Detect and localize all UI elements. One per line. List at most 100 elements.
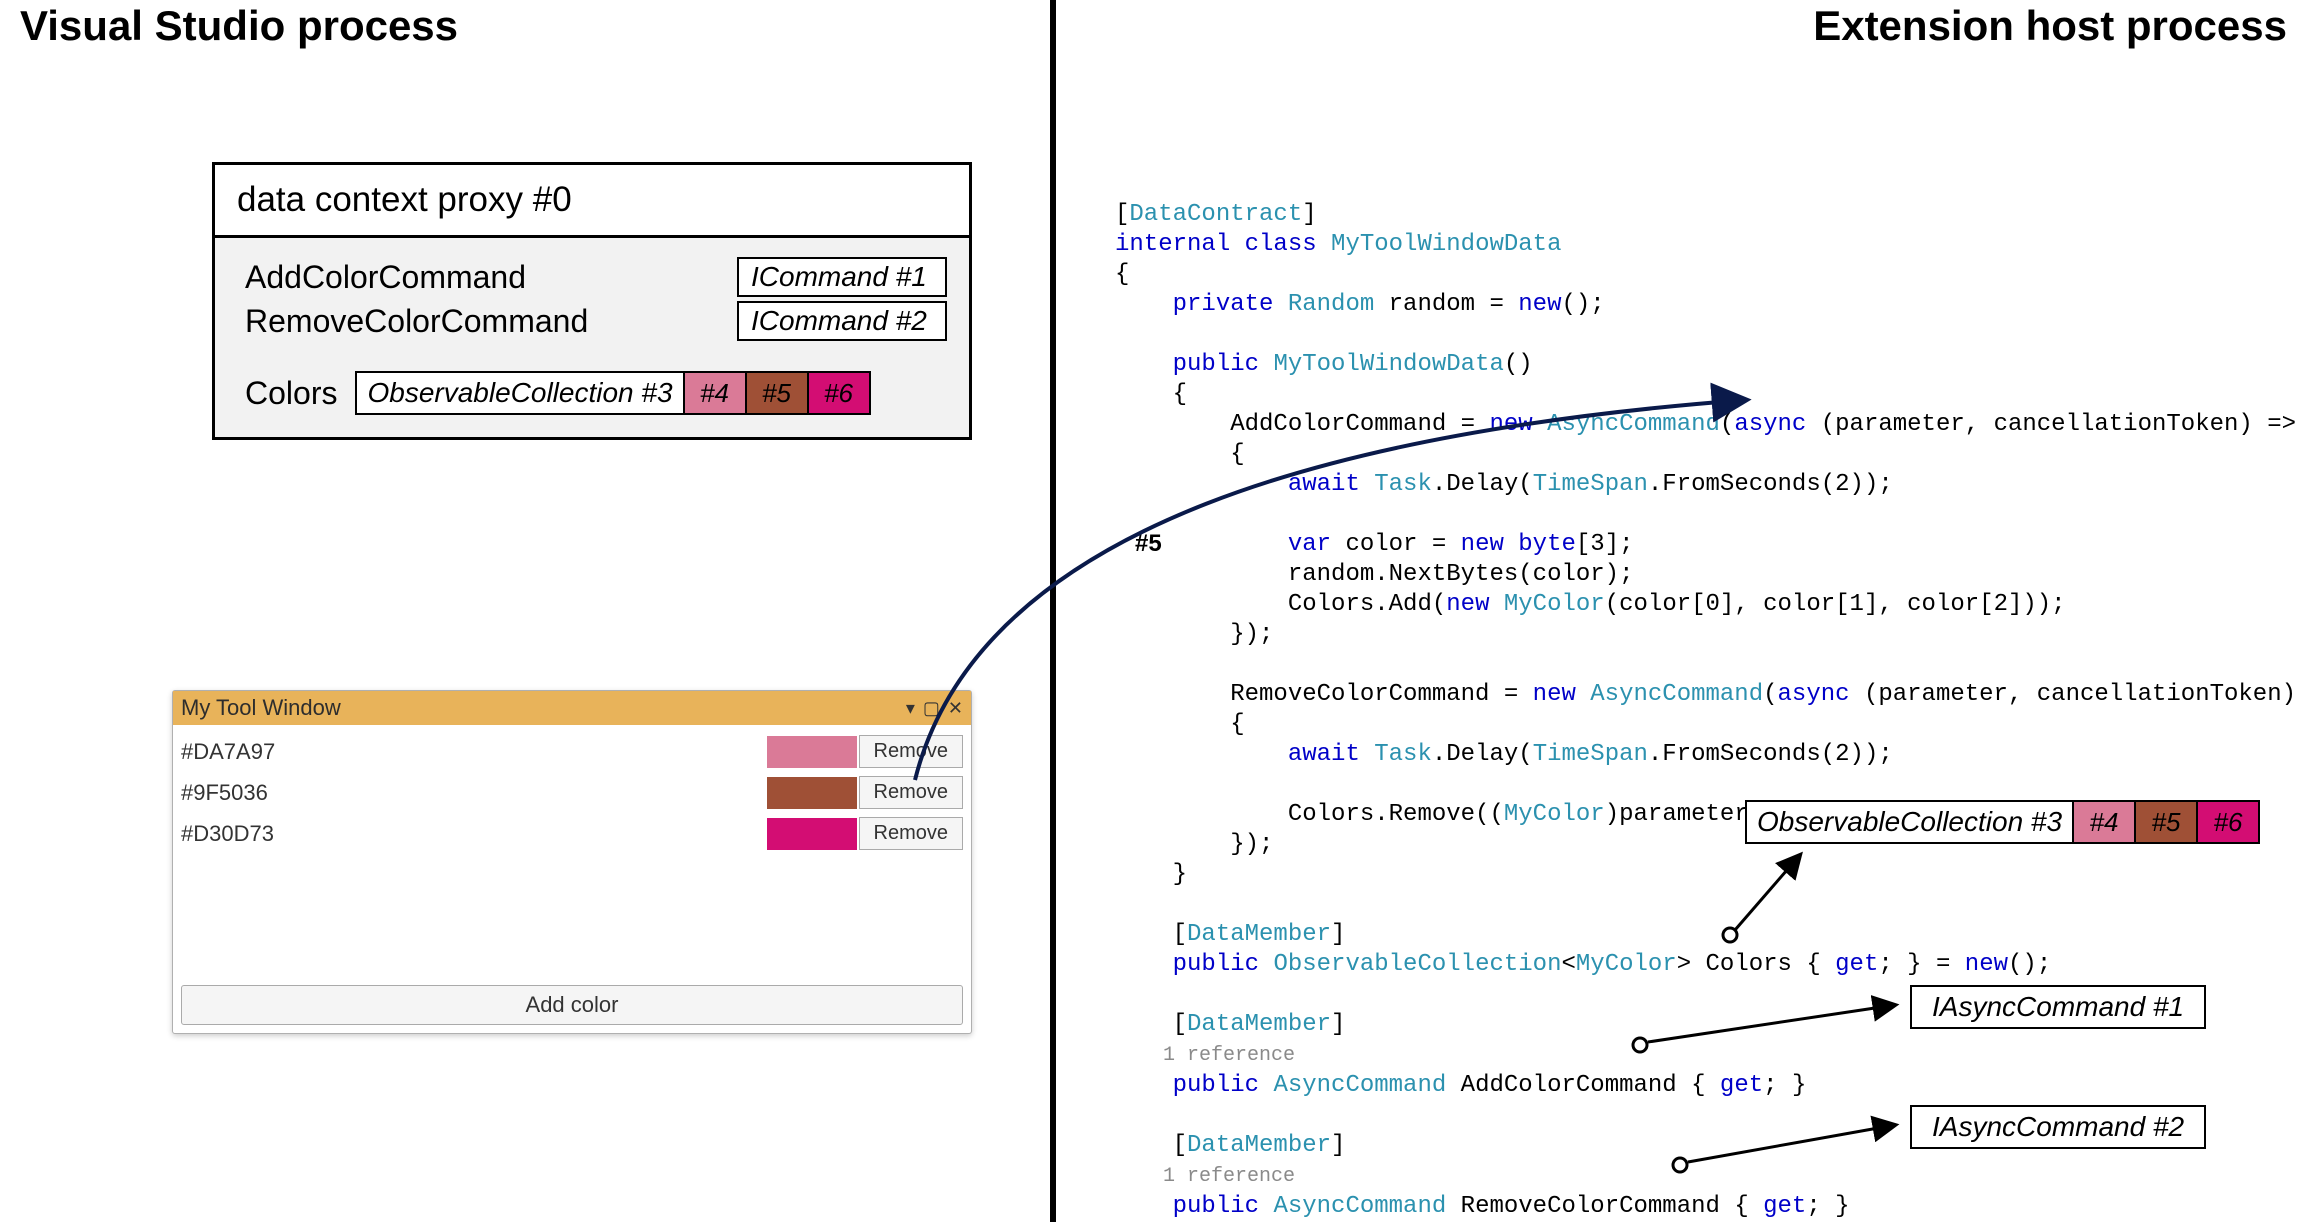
code-type: MyToolWindowData bbox=[1273, 351, 1503, 378]
proxy-removecolor-label: RemoveColorCommand bbox=[245, 303, 737, 340]
remove-button-2[interactable]: Remove bbox=[859, 817, 963, 850]
color-hex-2: #D30D73 bbox=[181, 821, 767, 847]
code-type: TimeSpan bbox=[1533, 471, 1648, 498]
code-text: AddColorCommand { bbox=[1446, 1072, 1720, 1099]
tool-window: My Tool Window ▾ ▢ ✕ #DA7A97 Remove #9F5… bbox=[172, 690, 972, 1034]
code-type: Task bbox=[1374, 741, 1432, 768]
proxy-swatch-5: #5 bbox=[745, 373, 807, 413]
code-reference-count: 1 reference bbox=[1115, 1044, 1295, 1067]
code-text: ( bbox=[1720, 411, 1734, 438]
code-kw: get bbox=[1763, 1193, 1806, 1220]
code-punc: { bbox=[1115, 381, 1187, 408]
code-type: DataMember bbox=[1187, 1011, 1331, 1038]
remove-button-1[interactable]: Remove bbox=[859, 776, 963, 809]
code-text: random.NextBytes(color); bbox=[1115, 561, 1633, 588]
code-type: DataContract bbox=[1129, 201, 1302, 228]
code-type: AsyncCommand bbox=[1547, 411, 1720, 438]
code-punc: [ bbox=[1115, 921, 1187, 948]
close-icon[interactable]: ✕ bbox=[948, 698, 963, 719]
code-text: ; } bbox=[1763, 1072, 1806, 1099]
code-kw: public bbox=[1115, 1193, 1273, 1220]
dropdown-icon[interactable]: ▾ bbox=[906, 698, 915, 719]
code-type: TimeSpan bbox=[1533, 741, 1648, 768]
color-swatch-0 bbox=[767, 736, 857, 768]
code-listing: [DataContract] internal class MyToolWind… bbox=[1115, 170, 2307, 1222]
code-punc: [ bbox=[1115, 201, 1129, 228]
code-text: RemoveColorCommand = bbox=[1115, 681, 1533, 708]
code-punc: ] bbox=[1331, 1011, 1345, 1038]
code-kw: await bbox=[1115, 741, 1374, 768]
process-divider bbox=[1050, 0, 1056, 1222]
color-hex-1: #9F5036 bbox=[181, 780, 767, 806]
code-kw: get bbox=[1720, 1072, 1763, 1099]
color-hex-0: #DA7A97 bbox=[181, 739, 767, 765]
code-text: [3]; bbox=[1576, 531, 1634, 558]
annotation-swatch-6: #6 bbox=[2196, 802, 2258, 842]
code-text: (); bbox=[2008, 951, 2051, 978]
proxy-icommand-1: ICommand #1 bbox=[737, 257, 947, 297]
code-type: MyToolWindowData bbox=[1331, 231, 1561, 258]
list-item: #9F5036 Remove bbox=[181, 772, 963, 813]
annotation-iasynccommand-1: IAsyncCommand #1 bbox=[1910, 985, 2206, 1029]
annotation-collection-label: ObservableCollection #3 bbox=[1747, 802, 2072, 842]
code-type: MyColor bbox=[1504, 801, 1605, 828]
add-color-button[interactable]: Add color bbox=[181, 985, 963, 1025]
heading-vs-process: Visual Studio process bbox=[20, 2, 458, 50]
code-text: (parameter, cancellationToken) => bbox=[1821, 411, 2296, 438]
proxy-colors-label: Colors bbox=[245, 375, 337, 412]
code-text: ( bbox=[1763, 681, 1777, 708]
annotation-observable-collection: ObservableCollection #3 #4 #5 #6 bbox=[1745, 800, 2260, 844]
code-punc: } bbox=[1115, 861, 1187, 888]
code-kw: public bbox=[1115, 951, 1273, 978]
proxy-addcolor-label: AddColorCommand bbox=[245, 259, 737, 296]
code-punc: [ bbox=[1115, 1132, 1187, 1159]
code-type: MyColor bbox=[1504, 591, 1605, 618]
code-punc: ] bbox=[1331, 921, 1345, 948]
tool-window-titlebar[interactable]: My Tool Window ▾ ▢ ✕ bbox=[173, 691, 971, 725]
code-text: ; } bbox=[1806, 1193, 1849, 1220]
proxy-observable-collection: ObservableCollection #3 #4 #5 #6 bbox=[355, 371, 870, 415]
code-text: color = bbox=[1331, 531, 1461, 558]
maximize-icon[interactable]: ▢ bbox=[923, 698, 940, 719]
code-kw: new bbox=[1518, 291, 1561, 318]
code-kw: new byte bbox=[1461, 531, 1576, 558]
code-punc: { bbox=[1115, 711, 1245, 738]
code-punc: { bbox=[1115, 261, 1129, 288]
color-swatch-2 bbox=[767, 818, 857, 850]
proxy-collection-label: ObservableCollection #3 bbox=[357, 373, 682, 413]
code-text: Colors.Add( bbox=[1115, 591, 1446, 618]
code-punc: ] bbox=[1331, 1132, 1345, 1159]
code-text: .FromSeconds(2)); bbox=[1648, 471, 1893, 498]
annotation-iasynccommand-2: IAsyncCommand #2 bbox=[1910, 1105, 2206, 1149]
annotation-swatch-4: #4 bbox=[2072, 802, 2134, 842]
code-reference-count: 1 reference bbox=[1115, 1165, 1295, 1188]
heading-ext-host-process: Extension host process bbox=[1813, 2, 2287, 50]
code-text: .Delay( bbox=[1432, 741, 1533, 768]
code-type: ObservableCollection bbox=[1273, 951, 1561, 978]
code-punc: ] bbox=[1302, 201, 1316, 228]
code-type: DataMember bbox=[1187, 921, 1331, 948]
remove-button-0[interactable]: Remove bbox=[859, 735, 963, 768]
proxy-icommand-2: ICommand #2 bbox=[737, 301, 947, 341]
list-item: #DA7A97 Remove bbox=[181, 731, 963, 772]
code-text: < bbox=[1561, 951, 1575, 978]
code-kw: new bbox=[1533, 681, 1591, 708]
code-kw: async bbox=[1778, 681, 1864, 708]
code-text: (color[0], color[1], color[2])); bbox=[1605, 591, 2066, 618]
code-type: MyColor bbox=[1576, 951, 1677, 978]
code-kw: internal class bbox=[1115, 231, 1331, 258]
code-text: random = bbox=[1374, 291, 1518, 318]
code-type: Task bbox=[1374, 471, 1432, 498]
code-text: .Delay( bbox=[1432, 471, 1533, 498]
code-text: () bbox=[1504, 351, 1533, 378]
code-type: DataMember bbox=[1187, 1132, 1331, 1159]
code-kw: public bbox=[1115, 351, 1273, 378]
code-type: AsyncCommand bbox=[1273, 1072, 1446, 1099]
code-text: }); bbox=[1115, 831, 1273, 858]
code-kw: new bbox=[1446, 591, 1504, 618]
code-kw: public bbox=[1115, 1072, 1273, 1099]
code-text: ; } = bbox=[1878, 951, 1964, 978]
proxy-swatch-6: #6 bbox=[807, 373, 869, 413]
code-kw: var bbox=[1115, 531, 1331, 558]
code-kw: get bbox=[1835, 951, 1878, 978]
